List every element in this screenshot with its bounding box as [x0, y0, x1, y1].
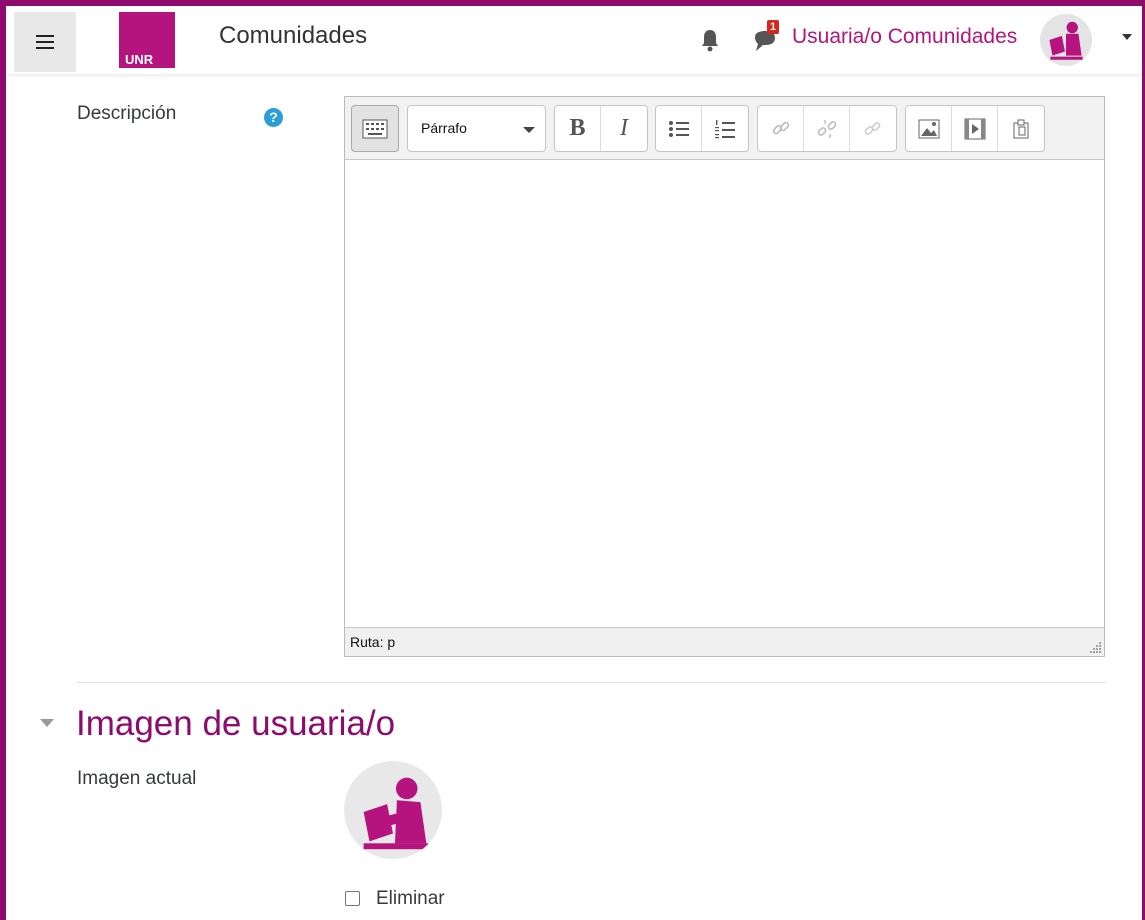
toolbar-toggle-button[interactable]	[351, 105, 399, 152]
numbered-list-button[interactable]	[702, 106, 748, 151]
editor-content-area[interactable]	[345, 160, 1104, 627]
chevron-down-icon	[523, 127, 535, 133]
editor-statusbar: Ruta: p	[345, 627, 1104, 656]
top-navbar: UNR Comunidades 1 Usuaria/o Comunidades	[6, 6, 1142, 74]
site-logo[interactable]: UNR	[119, 12, 175, 68]
description-editor: Párrafo B I Ruta: p	[344, 96, 1105, 657]
italic-button[interactable]: I	[601, 106, 647, 151]
delete-picture-checkbox[interactable]	[345, 891, 360, 906]
menu-icon	[36, 35, 54, 49]
logo-text: UNR	[125, 52, 154, 67]
help-icon[interactable]: ?	[264, 108, 283, 127]
paste-button[interactable]	[998, 106, 1044, 151]
description-label: Descripción	[77, 103, 177, 124]
link-icon	[772, 121, 789, 134]
user-avatar[interactable]	[1040, 14, 1092, 66]
anchor-icon	[864, 121, 881, 135]
site-name[interactable]: Comunidades	[219, 22, 367, 50]
format-select[interactable]: Párrafo	[407, 105, 546, 152]
format-select-value: Párrafo	[421, 120, 467, 136]
list-group	[655, 105, 749, 152]
editor-path: Ruta: p	[350, 634, 396, 650]
link-button[interactable]	[758, 106, 804, 151]
paste-icon	[1013, 119, 1029, 138]
section-collapse-icon[interactable]	[40, 719, 54, 727]
messages-badge: 1	[767, 20, 780, 34]
bell-icon[interactable]	[700, 28, 720, 52]
bullet-list-button[interactable]	[656, 106, 702, 151]
image-button[interactable]	[906, 106, 952, 151]
user-menu-name[interactable]: Usuaria/o Comunidades	[792, 25, 1017, 49]
numbered-list-icon	[715, 119, 735, 138]
delete-picture-label[interactable]: Eliminar	[376, 888, 445, 910]
editor-toolbar: Párrafo B I	[345, 97, 1104, 160]
section-divider	[77, 682, 1106, 683]
media-button[interactable]	[952, 106, 998, 151]
link-group	[757, 105, 897, 152]
bullet-list-icon	[668, 120, 689, 137]
section-title[interactable]: Imagen de usuaria/o	[76, 704, 395, 744]
insert-group	[905, 105, 1045, 152]
bold-button[interactable]: B	[555, 106, 601, 151]
messages-button[interactable]: 1	[751, 20, 781, 57]
keyboard-icon	[362, 119, 388, 138]
text-style-group: B I	[554, 105, 648, 152]
current-image-label: Imagen actual	[77, 768, 197, 789]
unlink-icon	[817, 119, 836, 138]
resize-grip-icon[interactable]	[1088, 640, 1102, 654]
media-icon	[964, 118, 985, 139]
unlink-button[interactable]	[804, 106, 850, 151]
user-menu-caret-icon[interactable]	[1122, 34, 1132, 40]
menu-toggle-button[interactable]	[14, 12, 76, 72]
anchor-button[interactable]	[850, 106, 896, 151]
image-icon	[918, 119, 939, 138]
current-user-picture	[344, 761, 442, 859]
